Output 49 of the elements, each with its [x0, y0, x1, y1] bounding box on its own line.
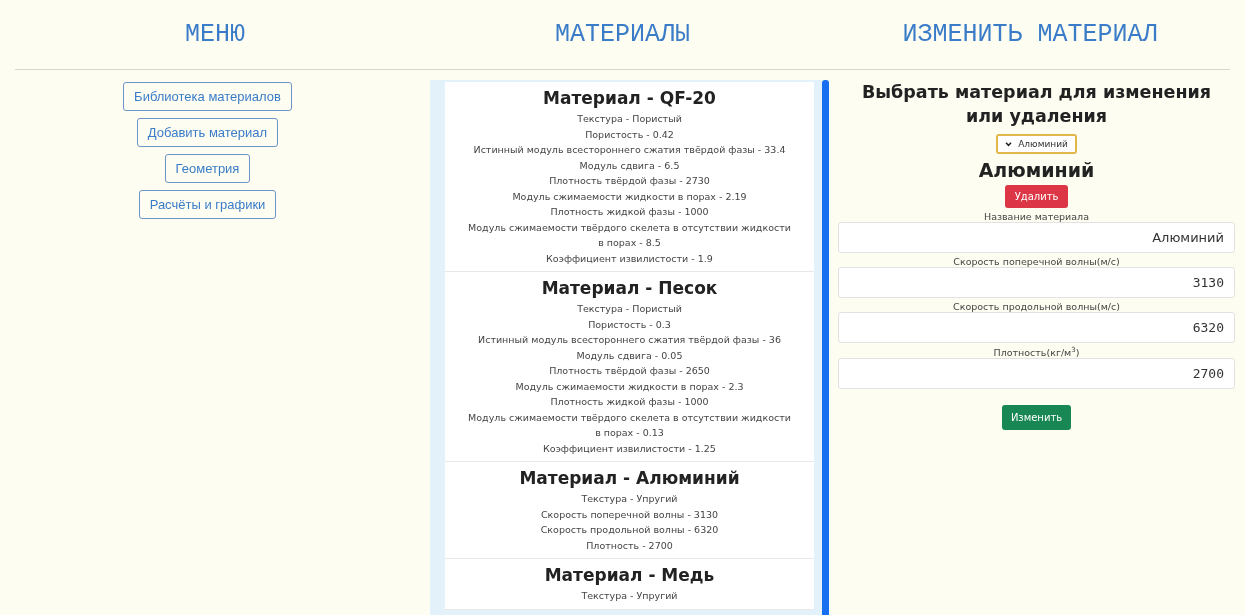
material-property: Пористость - 0.3 — [587, 317, 672, 332]
material-property: Плотность жидкой фазы - 1000 — [549, 395, 710, 409]
field-label: Скорость продольной волны(м/с) — [953, 301, 1120, 312]
material-property: Плотность твёрдой фазы - 2730 — [548, 174, 711, 188]
menu-button[interactable]: Добавить материал — [136, 118, 279, 147]
field-label: Скорость поперечной волны(м/с) — [953, 256, 1120, 267]
material-property: Текстура - Упругий — [580, 589, 679, 603]
menu-button[interactable]: Расчёты и графики — [138, 190, 277, 219]
field-label: Название материала — [984, 211, 1089, 222]
input-field[interactable]: 3130 — [838, 267, 1235, 298]
column-heading: МЕНЮ — [185, 20, 245, 49]
input-field[interactable]: 2700 — [838, 358, 1235, 390]
material-property: Текстура - Пористый — [576, 112, 683, 126]
column-heading: ИЗМЕНИТЬ МАТЕРИАЛ — [902, 20, 1158, 49]
material-property: Плотность жидкой фазы - 1000 — [549, 205, 710, 219]
material-property: Модуль сдвига - 6.5 — [578, 158, 681, 173]
column-heading: МАТЕРИАЛЫ — [555, 20, 690, 49]
editor-title: Выбрать материал для изменения или удаления — [860, 81, 1213, 128]
menu-button[interactable]: Библиотека материалов — [123, 82, 292, 111]
input-field[interactable]: 6320 — [838, 312, 1235, 343]
material-property: Плотность - 2700 — [585, 538, 674, 553]
chevron-icon — [1005, 141, 1013, 147]
material-title: Материал - QF-20 — [542, 88, 717, 108]
material-select[interactable]: Алюминий — [996, 134, 1077, 154]
material-property: Скорость поперечной волны - 3130 — [540, 507, 719, 522]
scrollbar[interactable] — [822, 80, 829, 615]
material-title: Материал - Алюминий — [518, 468, 741, 488]
material-property: Пористость - 0.42 — [584, 127, 675, 142]
material-property: Коэффициент извилистости - 1.25 — [542, 441, 717, 456]
menu-button[interactable]: Геометрия — [164, 154, 251, 183]
material-property: Скорость продольной волны - 6320 — [539, 523, 720, 537]
field-label: Плотность(кг/м$^{3}$) — [993, 346, 1080, 359]
material-property: Плотность твёрдой фазы - 2650 — [548, 364, 711, 378]
input-field[interactable]: Алюминий — [838, 222, 1235, 253]
material-property: Коэффициент извилистости - 1.9 — [545, 251, 714, 266]
material-property: Текстура - Упругий — [580, 492, 679, 506]
material-property: Текстура - Пористый — [576, 302, 683, 316]
material-property: Модуль сжимаемости твёрдого скелета в отсутствии жидкости в порах - 0.13 — [467, 410, 792, 440]
change-button[interactable]: Изменить — [1001, 405, 1072, 431]
material-name: Алюминий — [978, 159, 1095, 181]
material-property: Модуль сжимаемости жидкости в порах - 2.19 — [511, 189, 748, 204]
material-property: Модуль сдвига - 0.05 — [575, 348, 684, 363]
material-property: Истинный модуль всестороннего сжатия твёрдой фазы - 36 — [477, 333, 782, 347]
material-property: Истинный модуль всестороннего сжатия твёрдой фазы - 33.4 — [472, 143, 787, 157]
material-property: Модуль сжимаемости жидкости в порах - 2.3 — [514, 379, 745, 394]
material-property: Модуль сжимаемости твёрдого скелета в отсутствии жидкости в порах - 8.5 — [467, 220, 792, 250]
delete-button[interactable]: Удалить — [1004, 185, 1069, 208]
material-title: Материал - Медь — [543, 565, 716, 585]
material-title: Материал - Песок — [540, 278, 719, 298]
